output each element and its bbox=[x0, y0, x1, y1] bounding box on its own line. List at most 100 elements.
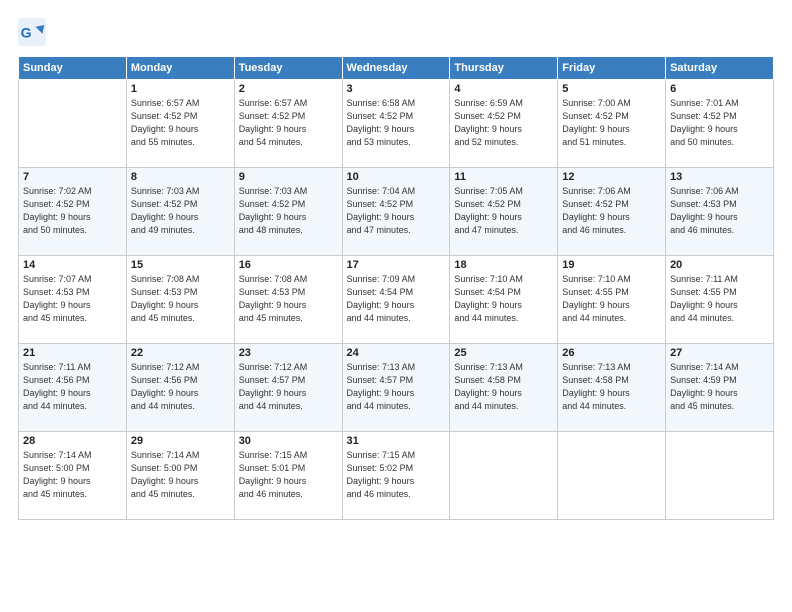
weekday-header-tuesday: Tuesday bbox=[234, 57, 342, 80]
day-number: 3 bbox=[347, 83, 446, 95]
day-cell: 20 Sunrise: 7:11 AM Sunset: 4:55 PM Dayli… bbox=[666, 256, 774, 344]
day-cell: 5Sunrise: 7:00 AM Sunset: 4:52 PM Daylig… bbox=[558, 80, 666, 168]
day-cell: 31 Sunrise: 7:15 AM Sunset: 5:02 PM Dayli… bbox=[342, 432, 450, 520]
day-cell: 21 Sunrise: 7:11 AM Sunset: 4:56 PM Dayli… bbox=[19, 344, 127, 432]
day-info: Sunrise: 7:04 AM Sunset: 4:52 PM Dayligh… bbox=[347, 185, 446, 237]
day-cell bbox=[558, 432, 666, 520]
day-cell: 11 Sunrise: 7:05 AM Sunset: 4:52 PM Dayli… bbox=[450, 168, 558, 256]
logo-icon: G bbox=[18, 18, 46, 46]
day-cell bbox=[450, 432, 558, 520]
day-cell: 19 Sunrise: 7:10 AM Sunset: 4:55 PM Dayli… bbox=[558, 256, 666, 344]
day-number: 24 bbox=[347, 347, 446, 359]
day-number: 9 bbox=[239, 171, 338, 183]
day-info: Sunrise: 6:57 AM Sunset: 4:52 PM Dayligh… bbox=[239, 97, 338, 149]
day-info: Sunrise: 7:08 AM Sunset: 4:53 PM Dayligh… bbox=[131, 273, 230, 325]
day-info: Sunrise: 6:57 AM Sunset: 4:52 PM Dayligh… bbox=[131, 97, 230, 149]
day-cell: 12 Sunrise: 7:06 AM Sunset: 4:52 PM Dayli… bbox=[558, 168, 666, 256]
day-cell: 8Sunrise: 7:03 AM Sunset: 4:52 PM Daylig… bbox=[126, 168, 234, 256]
day-cell: 23 Sunrise: 7:12 AM Sunset: 4:57 PM Dayli… bbox=[234, 344, 342, 432]
day-info: Sunrise: 7:15 AM Sunset: 5:01 PM Dayligh… bbox=[239, 449, 338, 501]
day-cell: 14 Sunrise: 7:07 AM Sunset: 4:53 PM Dayli… bbox=[19, 256, 127, 344]
day-info: Sunrise: 7:06 AM Sunset: 4:53 PM Dayligh… bbox=[670, 185, 769, 237]
day-cell: 1Sunrise: 6:57 AM Sunset: 4:52 PM Daylig… bbox=[126, 80, 234, 168]
week-row-3: 14 Sunrise: 7:07 AM Sunset: 4:53 PM Dayli… bbox=[19, 256, 774, 344]
week-row-4: 21 Sunrise: 7:11 AM Sunset: 4:56 PM Dayli… bbox=[19, 344, 774, 432]
day-info: Sunrise: 7:14 AM Sunset: 5:00 PM Dayligh… bbox=[23, 449, 122, 501]
day-number: 18 bbox=[454, 259, 553, 271]
day-number: 13 bbox=[670, 171, 769, 183]
day-number: 29 bbox=[131, 435, 230, 447]
weekday-header-thursday: Thursday bbox=[450, 57, 558, 80]
week-row-2: 7Sunrise: 7:02 AM Sunset: 4:52 PM Daylig… bbox=[19, 168, 774, 256]
header: G bbox=[18, 18, 774, 46]
week-row-5: 28 Sunrise: 7:14 AM Sunset: 5:00 PM Dayli… bbox=[19, 432, 774, 520]
day-number: 26 bbox=[562, 347, 661, 359]
day-number: 28 bbox=[23, 435, 122, 447]
svg-text:G: G bbox=[21, 24, 32, 40]
day-info: Sunrise: 7:14 AM Sunset: 5:00 PM Dayligh… bbox=[131, 449, 230, 501]
day-info: Sunrise: 7:12 AM Sunset: 4:56 PM Dayligh… bbox=[131, 361, 230, 413]
day-info: Sunrise: 7:07 AM Sunset: 4:53 PM Dayligh… bbox=[23, 273, 122, 325]
day-number: 11 bbox=[454, 171, 553, 183]
calendar-table: SundayMondayTuesdayWednesdayThursdayFrid… bbox=[18, 56, 774, 520]
day-number: 15 bbox=[131, 259, 230, 271]
day-number: 4 bbox=[454, 83, 553, 95]
day-cell: 9Sunrise: 7:03 AM Sunset: 4:52 PM Daylig… bbox=[234, 168, 342, 256]
day-cell: 26 Sunrise: 7:13 AM Sunset: 4:58 PM Dayli… bbox=[558, 344, 666, 432]
day-info: Sunrise: 7:15 AM Sunset: 5:02 PM Dayligh… bbox=[347, 449, 446, 501]
day-number: 12 bbox=[562, 171, 661, 183]
week-row-1: 1Sunrise: 6:57 AM Sunset: 4:52 PM Daylig… bbox=[19, 80, 774, 168]
day-cell: 2 Sunrise: 6:57 AM Sunset: 4:52 PM Daylig… bbox=[234, 80, 342, 168]
day-number: 10 bbox=[347, 171, 446, 183]
day-number: 21 bbox=[23, 347, 122, 359]
day-info: Sunrise: 7:14 AM Sunset: 4:59 PM Dayligh… bbox=[670, 361, 769, 413]
day-number: 27 bbox=[670, 347, 769, 359]
day-number: 22 bbox=[131, 347, 230, 359]
day-info: Sunrise: 7:09 AM Sunset: 4:54 PM Dayligh… bbox=[347, 273, 446, 325]
day-number: 19 bbox=[562, 259, 661, 271]
day-cell: 10 Sunrise: 7:04 AM Sunset: 4:52 PM Dayli… bbox=[342, 168, 450, 256]
day-info: Sunrise: 7:10 AM Sunset: 4:55 PM Dayligh… bbox=[562, 273, 661, 325]
day-cell: 24 Sunrise: 7:13 AM Sunset: 4:57 PM Dayli… bbox=[342, 344, 450, 432]
day-info: Sunrise: 7:06 AM Sunset: 4:52 PM Dayligh… bbox=[562, 185, 661, 237]
day-info: Sunrise: 7:01 AM Sunset: 4:52 PM Dayligh… bbox=[670, 97, 769, 149]
day-info: Sunrise: 7:11 AM Sunset: 4:56 PM Dayligh… bbox=[23, 361, 122, 413]
day-info: Sunrise: 7:13 AM Sunset: 4:57 PM Dayligh… bbox=[347, 361, 446, 413]
day-number: 16 bbox=[239, 259, 338, 271]
day-cell: 29 Sunrise: 7:14 AM Sunset: 5:00 PM Dayli… bbox=[126, 432, 234, 520]
day-cell bbox=[666, 432, 774, 520]
day-info: Sunrise: 7:13 AM Sunset: 4:58 PM Dayligh… bbox=[562, 361, 661, 413]
day-cell: 16Sunrise: 7:08 AM Sunset: 4:53 PM Dayli… bbox=[234, 256, 342, 344]
day-info: Sunrise: 7:12 AM Sunset: 4:57 PM Dayligh… bbox=[239, 361, 338, 413]
day-info: Sunrise: 7:05 AM Sunset: 4:52 PM Dayligh… bbox=[454, 185, 553, 237]
day-number: 25 bbox=[454, 347, 553, 359]
day-cell: 27 Sunrise: 7:14 AM Sunset: 4:59 PM Dayli… bbox=[666, 344, 774, 432]
day-number: 14 bbox=[23, 259, 122, 271]
logo: G bbox=[18, 18, 50, 46]
day-number: 6 bbox=[670, 83, 769, 95]
day-info: Sunrise: 7:13 AM Sunset: 4:58 PM Dayligh… bbox=[454, 361, 553, 413]
weekday-header-friday: Friday bbox=[558, 57, 666, 80]
weekday-header-row: SundayMondayTuesdayWednesdayThursdayFrid… bbox=[19, 57, 774, 80]
day-number: 17 bbox=[347, 259, 446, 271]
day-number: 30 bbox=[239, 435, 338, 447]
day-number: 2 bbox=[239, 83, 338, 95]
day-number: 8 bbox=[131, 171, 230, 183]
day-cell: 7Sunrise: 7:02 AM Sunset: 4:52 PM Daylig… bbox=[19, 168, 127, 256]
day-number: 31 bbox=[347, 435, 446, 447]
day-cell: 30 Sunrise: 7:15 AM Sunset: 5:01 PM Dayli… bbox=[234, 432, 342, 520]
weekday-header-saturday: Saturday bbox=[666, 57, 774, 80]
day-number: 23 bbox=[239, 347, 338, 359]
day-cell: 28 Sunrise: 7:14 AM Sunset: 5:00 PM Dayli… bbox=[19, 432, 127, 520]
day-cell: 3 Sunrise: 6:58 AM Sunset: 4:52 PM Daylig… bbox=[342, 80, 450, 168]
day-cell: 4 Sunrise: 6:59 AM Sunset: 4:52 PM Daylig… bbox=[450, 80, 558, 168]
day-info: Sunrise: 7:11 AM Sunset: 4:55 PM Dayligh… bbox=[670, 273, 769, 325]
day-number: 7 bbox=[23, 171, 122, 183]
day-info: Sunrise: 6:59 AM Sunset: 4:52 PM Dayligh… bbox=[454, 97, 553, 149]
day-cell bbox=[19, 80, 127, 168]
day-info: Sunrise: 6:58 AM Sunset: 4:52 PM Dayligh… bbox=[347, 97, 446, 149]
day-number: 20 bbox=[670, 259, 769, 271]
day-cell: 18Sunrise: 7:10 AM Sunset: 4:54 PM Dayli… bbox=[450, 256, 558, 344]
weekday-header-sunday: Sunday bbox=[19, 57, 127, 80]
weekday-header-wednesday: Wednesday bbox=[342, 57, 450, 80]
